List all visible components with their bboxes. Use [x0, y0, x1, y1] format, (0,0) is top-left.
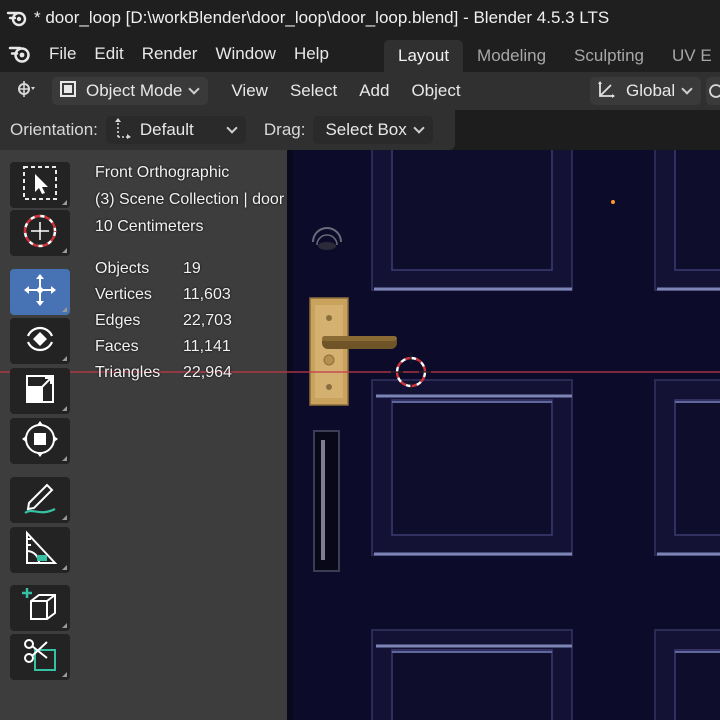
transform-tool[interactable] [10, 418, 70, 464]
object-mode-icon [58, 79, 78, 104]
view-name: Front Orthographic [95, 164, 230, 181]
cursor-tool-icon [21, 212, 59, 255]
menu-edit[interactable]: Edit [85, 40, 132, 68]
select-box-tool[interactable] [10, 162, 70, 208]
move-tool[interactable] [10, 269, 70, 315]
transform-orientation-label: Global [626, 81, 676, 100]
collection-info: (3) Scene Collection | door [95, 191, 285, 208]
tab-sculpting[interactable]: Sculpting [560, 40, 658, 72]
move-icon [21, 271, 59, 314]
orientation-dropdown[interactable]: Default [105, 116, 246, 144]
tab-uv-editing[interactable]: UV E [658, 40, 720, 72]
stat-row: Objects 19 [95, 258, 232, 284]
orientation-gizmo-icon [596, 79, 618, 104]
stat-label: Faces [95, 338, 139, 355]
scale-tool[interactable] [10, 368, 70, 414]
stat-value: 11,141 [183, 338, 231, 355]
add-cube-tool[interactable] [10, 585, 70, 631]
drag-dropdown[interactable]: Select Box [313, 116, 433, 144]
grid-scale: 10 Centimeters [95, 218, 204, 235]
menu-select[interactable]: Select [279, 77, 348, 105]
menu-file[interactable]: File [40, 40, 85, 68]
stat-value: 19 [183, 260, 201, 277]
chevron-down-icon [226, 122, 238, 134]
knife-scissors-icon [21, 636, 59, 679]
orientation-label: Orientation: [10, 120, 98, 139]
viewport-info-overlay: Front Orthographic (3) Scene Collection … [95, 162, 284, 243]
tab-layout[interactable]: Layout [384, 40, 464, 72]
annotate-pencil-icon [21, 479, 59, 522]
stat-row: Triangles 22,964 [95, 362, 232, 388]
add-cube-icon [21, 587, 59, 630]
tool-settings-bar: Orientation: Default Drag: Select Box [0, 110, 455, 150]
measure-tool[interactable] [10, 527, 70, 573]
title-bar: * door_loop [D:\workBlender\door_loop\do… [0, 0, 720, 36]
orientation-default-icon [112, 117, 132, 144]
menu-object[interactable]: Object [400, 77, 471, 105]
editor-type-icon [16, 79, 38, 104]
stat-value: 11,603 [183, 286, 231, 303]
stat-row: Edges 22,703 [95, 310, 232, 336]
chevron-down-icon [188, 83, 201, 95]
menu-bar: File Edit Render Window Help Layout Mode… [0, 36, 720, 72]
stat-row: Faces 11,141 [95, 336, 232, 362]
stat-label: Vertices [95, 286, 152, 303]
rotate-tool[interactable] [10, 318, 70, 364]
viewport-header: Object Mode View Select Add Object Globa… [0, 72, 720, 110]
blender-menu-icon[interactable] [0, 36, 40, 72]
menu-window[interactable]: Window [206, 40, 284, 68]
knife-tool[interactable] [10, 634, 70, 680]
tab-modeling[interactable]: Modeling [463, 40, 560, 72]
pivot-icon [706, 84, 720, 109]
mode-label: Object Mode [86, 81, 183, 100]
cursor-tool[interactable] [10, 210, 70, 256]
scene-statistics: Objects 19 Vertices 11,603 Edges 22,703 … [95, 258, 232, 388]
stat-label: Triangles [95, 364, 161, 381]
chevron-down-icon [681, 83, 693, 95]
stat-label: Objects [95, 260, 150, 277]
stat-value: 22,964 [183, 364, 232, 381]
stat-value: 22,703 [183, 312, 232, 329]
transform-orientation-dropdown[interactable]: Global [590, 77, 702, 105]
chevron-down-icon [413, 122, 425, 134]
orientation-value: Default [139, 120, 194, 139]
rotate-icon [21, 320, 59, 363]
measure-ruler-icon [21, 529, 59, 572]
editor-type-button[interactable] [10, 77, 44, 105]
scale-icon [21, 370, 59, 413]
workspace-tabs: Layout Modeling Sculpting UV E [384, 40, 720, 72]
annotate-tool[interactable] [10, 477, 70, 523]
window-title: * door_loop [D:\workBlender\door_loop\do… [34, 8, 610, 27]
mode-dropdown[interactable]: Object Mode [52, 77, 209, 105]
menu-render[interactable]: Render [133, 40, 207, 68]
select-box-icon [21, 164, 59, 207]
menu-help[interactable]: Help [285, 40, 338, 68]
drag-value: Select Box [325, 120, 407, 139]
stat-row: Vertices 11,603 [95, 284, 232, 310]
blender-app-icon [0, 0, 34, 36]
transform-icon [21, 420, 59, 463]
object-origin [611, 200, 615, 204]
stat-label: Edges [95, 312, 141, 329]
menu-view[interactable]: View [220, 77, 279, 105]
drag-label: Drag: [263, 120, 306, 139]
pivot-point-button[interactable] [706, 77, 720, 105]
menu-add[interactable]: Add [348, 77, 400, 105]
